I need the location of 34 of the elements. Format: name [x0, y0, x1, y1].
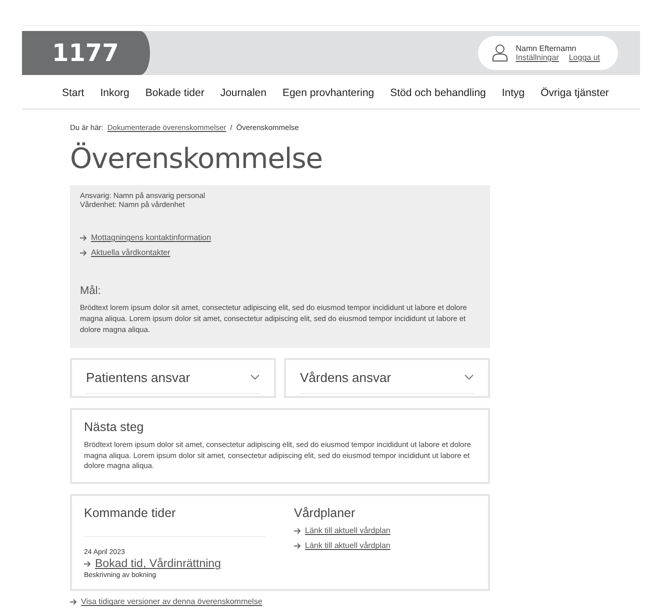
logo[interactable]: 1177 [22, 31, 150, 75]
card-heading: Nästa steg [84, 420, 145, 434]
arrow-icon [70, 598, 77, 605]
nav-item[interactable]: Övriga tjänster [540, 87, 609, 99]
accordion[interactable]: Patientens ansvar [70, 358, 276, 398]
goal-heading: Mål: [80, 285, 102, 297]
arrow-icon [294, 542, 301, 549]
nav-item[interactable]: Intyg [502, 87, 525, 99]
appointment-link[interactable]: Bokad tid, Vårdinrättning [95, 558, 221, 570]
nav-item[interactable]: Stöd och behandling [390, 87, 486, 99]
user-link[interactable]: Logga ut [568, 53, 600, 62]
accordion[interactable]: Vårdens ansvar [284, 358, 490, 398]
link[interactable]: Länk till aktuell vårdplan [305, 541, 390, 550]
nav-item[interactable]: Bokade tider [145, 87, 204, 99]
link[interactable]: Länk till aktuell vårdplan [305, 526, 390, 536]
arrow-icon [80, 250, 87, 256]
user-icon [492, 44, 508, 62]
nav-item[interactable]: Start [62, 87, 84, 99]
nav-item[interactable]: Egen provhantering [282, 87, 374, 99]
link[interactable]: Mottagningens kontaktinformation [91, 233, 212, 242]
arrow-icon [84, 561, 91, 568]
arrow-icon [80, 234, 87, 240]
user-name: Namn Efternamn [516, 44, 578, 53]
chevron-icon [250, 374, 260, 380]
page-title: Överenskommelse [70, 142, 324, 175]
card-heading: Kommande tider [84, 506, 266, 538]
link[interactable]: Aktuella vårdkontakter [91, 248, 170, 257]
link[interactable]: Visa tidigare versioner av denna överenskommelse [81, 597, 262, 606]
chevron-icon [464, 374, 474, 380]
arrow-icon [294, 528, 301, 534]
nav-item[interactable]: Inkorg [100, 87, 130, 99]
card-heading: Vårdplaner [294, 506, 356, 520]
nav-item[interactable]: Journalen [220, 87, 266, 99]
user-link[interactable]: Inställningar [516, 53, 559, 62]
